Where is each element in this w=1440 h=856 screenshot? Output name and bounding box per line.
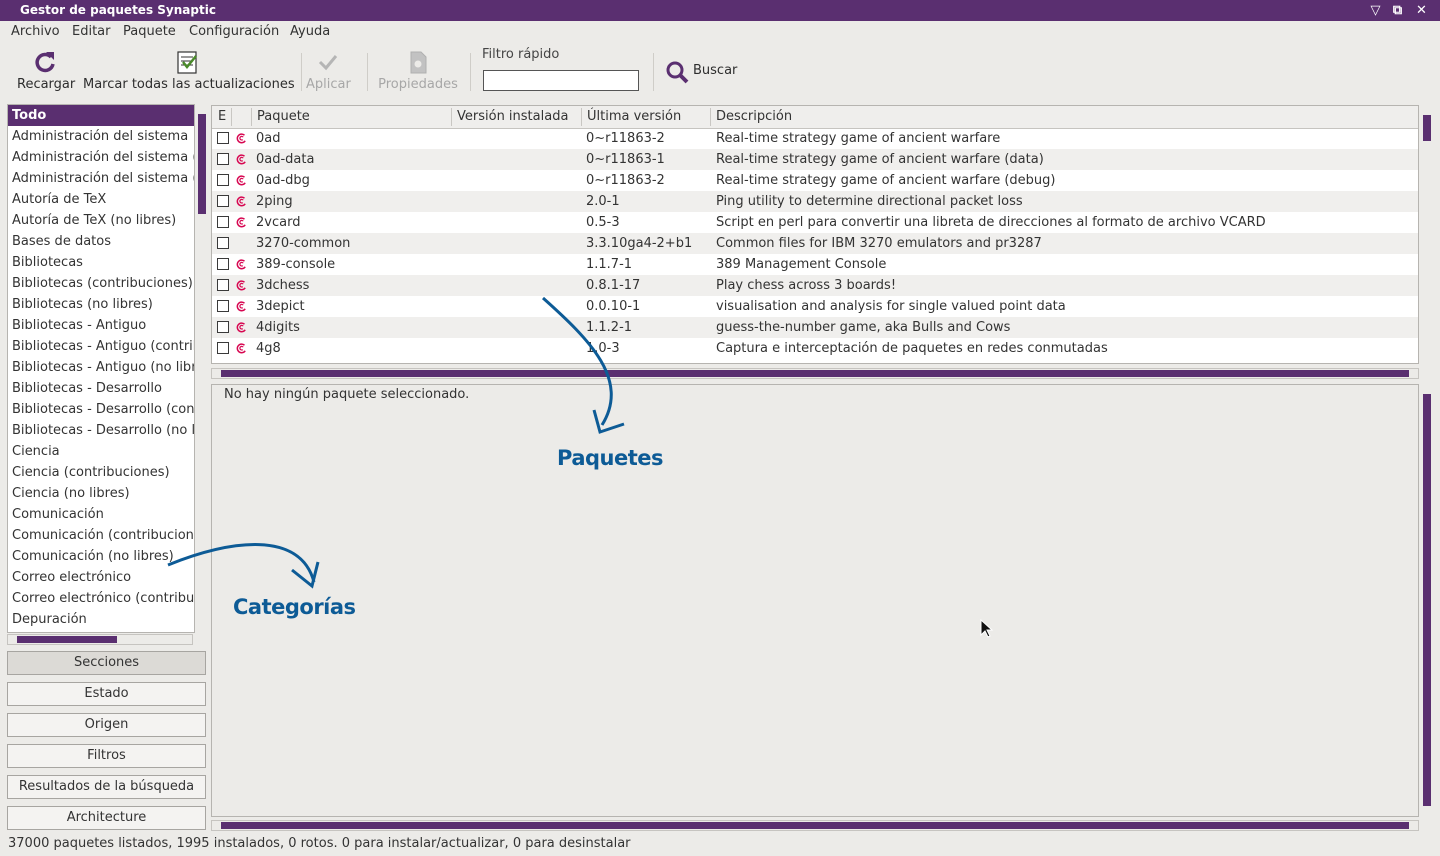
packages-annotation: Paquetes xyxy=(557,446,664,470)
categories-annotation: Categorías xyxy=(233,595,356,619)
status-bar: 37000 paquetes listados, 1995 instalados… xyxy=(8,836,631,851)
mouse-cursor-icon xyxy=(980,619,994,638)
annotation-arrows xyxy=(167,296,625,589)
